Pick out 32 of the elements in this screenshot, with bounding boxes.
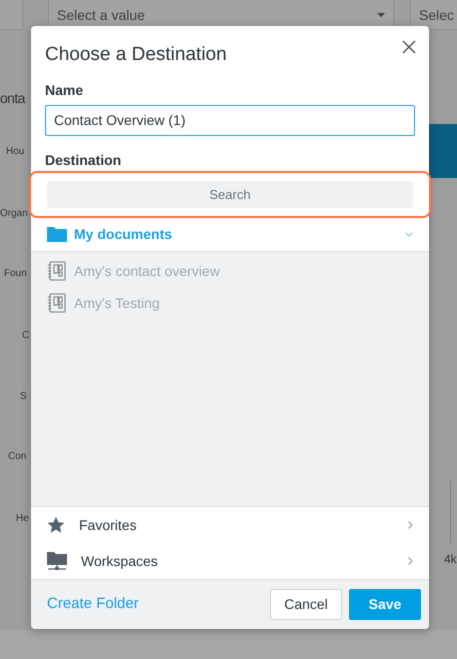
document-icon	[47, 293, 67, 314]
axis-line	[450, 480, 451, 544]
star-icon	[47, 516, 65, 534]
section-item[interactable]: Workspaces	[31, 543, 429, 579]
save-button[interactable]: Save	[349, 589, 421, 620]
axis-label: Con	[8, 450, 26, 464]
search-field[interactable]: Search	[47, 180, 413, 208]
select-field[interactable]: Selec	[410, 0, 457, 30]
axis-label: Hou	[6, 145, 24, 159]
document-icon	[47, 261, 67, 282]
page-heading: onta	[0, 89, 25, 108]
chevron-icon	[408, 521, 413, 529]
caret-icon	[377, 12, 385, 16]
create-folder-link[interactable]: Create Folder	[47, 593, 139, 616]
axis-label: S	[20, 390, 27, 404]
cancel-button[interactable]: Cancel	[270, 589, 342, 620]
field-label: Destination	[45, 150, 122, 170]
chart-bar	[429, 124, 457, 178]
close-icon[interactable]	[402, 40, 416, 54]
name-field[interactable]: Contact Overview (1)	[45, 104, 415, 136]
axis-label: Organ	[0, 207, 28, 221]
folder-name[interactable]: My documents	[74, 224, 405, 245]
field-label: Name	[45, 81, 84, 100]
chevron-icon	[408, 557, 413, 565]
axis-label: Foun	[4, 267, 27, 281]
axis-label: 4k	[444, 551, 457, 568]
folder-icon	[47, 226, 67, 242]
section-item[interactable]: Favorites	[31, 507, 429, 543]
axis-label: He	[16, 512, 29, 526]
network-folder-icon	[47, 552, 67, 570]
dialog-title: Choose a Destination	[45, 44, 227, 66]
axis-label: C	[22, 329, 30, 343]
